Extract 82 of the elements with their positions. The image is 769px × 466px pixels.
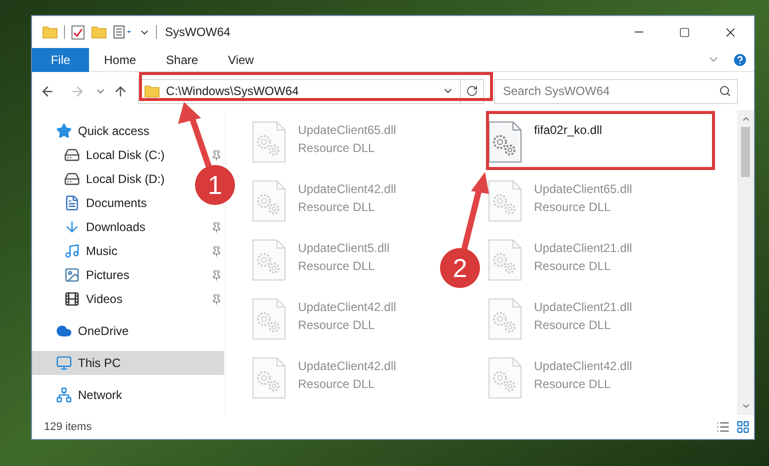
nav-item[interactable]: Documents [32,191,151,215]
file-type: Resource DLL [534,317,612,334]
file-name: UpdateClient65.dll [298,122,396,139]
nav-label: Music [86,243,118,260]
scrollbar[interactable] [737,110,754,415]
nav-item[interactable]: Videos [32,287,224,311]
help-icon[interactable] [732,52,748,68]
file-name: fifa02r_ko.dll [534,122,602,139]
nav-label: Network [78,387,122,404]
file-name: UpdateClient42.dll [534,358,632,375]
forward-icon[interactable] [70,84,85,98]
folder-icon [42,25,58,39]
music-note-icon [64,243,80,259]
nav-item[interactable]: Local Disk (D:) [32,167,169,191]
nav-label: Documents [86,195,147,212]
back-icon[interactable] [40,84,55,98]
nav-label: Local Disk (C:) [86,147,166,164]
file-name: UpdateClient65.dll [534,181,632,198]
scrollbar-thumb[interactable] [741,127,750,177]
file-type: Resource DLL [534,199,612,216]
document-icon [64,195,80,211]
item-count: 129 items [44,420,93,435]
file-type: Resource DLL [534,258,612,275]
ribbon-tab[interactable]: File [32,48,89,72]
folder-icon [144,84,160,98]
tiles-view-icon[interactable] [736,420,750,434]
ribbon-tab[interactable]: Home [89,48,152,72]
pin-icon[interactable] [211,270,222,280]
pin-icon[interactable] [211,294,222,304]
file-type: Resource DLL [298,140,376,157]
file-name: UpdateClient21.dll [534,299,632,316]
address-path: C:\Windows\SysWOW64 [166,83,300,100]
file-name: UpdateClient42.dll [298,358,396,375]
up-icon[interactable] [113,84,128,98]
star-icon [56,123,72,139]
address-field[interactable]: C:\Windows\SysWOW64 [138,78,484,104]
nav-label: Local Disk (D:) [86,171,165,188]
nav-item[interactable]: Music [32,239,224,263]
pin-icon[interactable] [211,150,222,160]
maximize-icon[interactable] [679,26,690,38]
nav-item[interactable]: Local Disk (C:) [32,143,224,167]
file-name: UpdateClient21.dll [534,240,632,257]
cloud-icon [56,323,72,339]
nav-item[interactable]: Pictures [32,263,224,287]
nav-label: Videos [86,291,124,308]
checklist-icon[interactable] [71,24,85,40]
file-gear-icon[interactable] [488,121,522,163]
file-type: Resource DLL [298,317,376,334]
ribbon-tab[interactable]: View [213,48,269,72]
file-type: Resource DLL [298,199,376,216]
nav-label: This PC [78,355,122,372]
nav-item[interactable]: OneDrive [32,319,133,343]
drive-icon [64,147,80,163]
pin-icon[interactable] [211,222,222,232]
file-name: UpdateClient42.dll [298,181,396,198]
file-type: Resource DLL [298,376,376,393]
folder-icon [91,25,107,39]
nav-item[interactable]: This PC [32,351,224,375]
nav-label: OneDrive [78,323,129,340]
file-type: Resource DLL [298,258,376,275]
film-icon [64,291,80,307]
nav-item[interactable]: Quick access [32,119,154,143]
pin-icon[interactable] [211,246,222,256]
nav-item[interactable]: Network [32,383,126,407]
refresh-icon[interactable] [466,85,478,97]
nav-label: Pictures [86,267,130,284]
nav-label: Quick access [78,123,150,140]
file-name: UpdateClient5.dll [298,240,390,257]
properties-icon[interactable] [113,25,133,39]
network-icon [56,387,72,403]
window-title: SysWOW64 [165,24,232,41]
search-icon [719,84,731,96]
monitor-icon [56,355,72,371]
ribbon-tab[interactable]: Share [151,48,214,72]
picture-icon [64,267,80,283]
nav-label: Downloads [86,219,146,236]
nav-item[interactable]: Downloads [32,215,224,239]
search-field[interactable]: Search SysWOW64 [494,78,738,104]
drive-icon [64,171,80,187]
file-type: Resource DLL [534,376,612,393]
details-view-icon[interactable] [716,420,730,434]
file-name: UpdateClient42.dll [298,299,396,316]
